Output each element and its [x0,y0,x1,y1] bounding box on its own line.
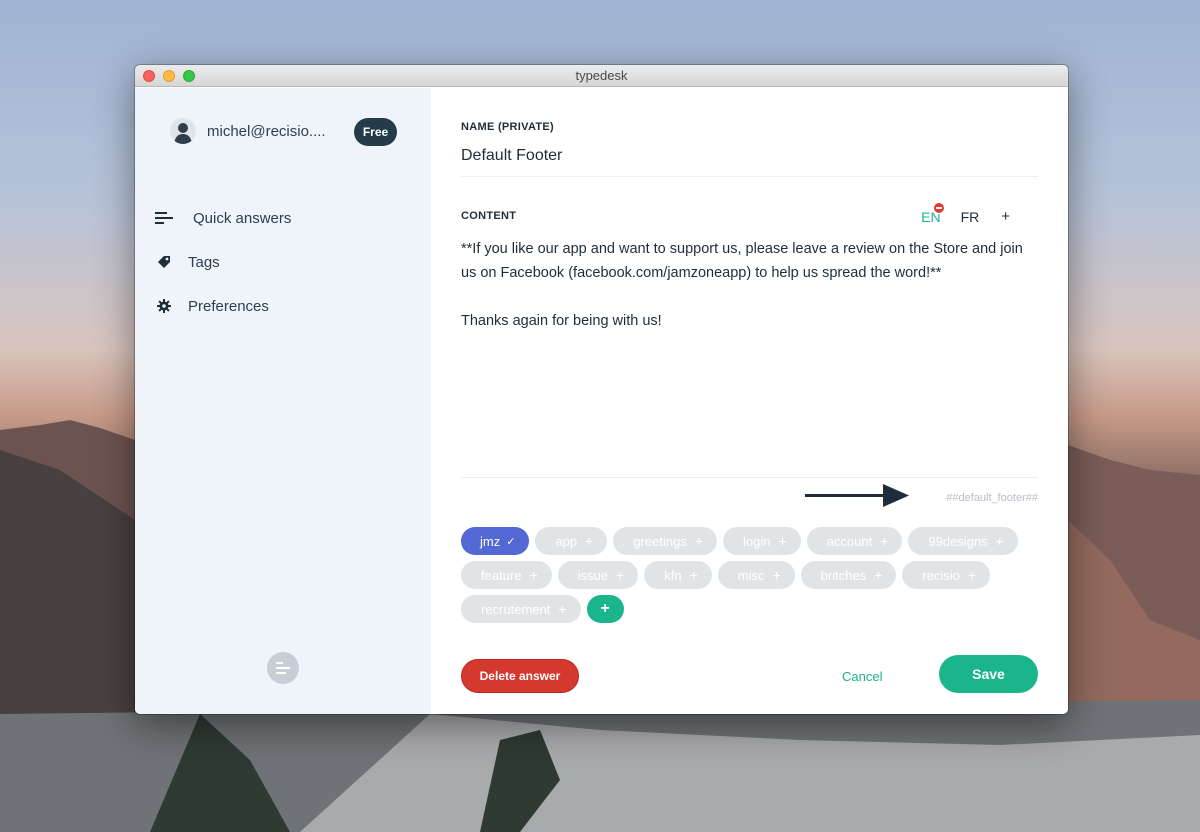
tag-item[interactable]: kfn + [644,561,712,589]
zoom-window-button[interactable] [183,70,195,82]
tag-item[interactable]: login + [723,527,801,555]
title-bar: typedesk [135,65,1068,87]
plus-icon: + [585,533,594,549]
sidebar-item-label: Quick answers [193,209,292,227]
content-line: Thanks again for being with us! [461,313,662,329]
content-label: CONTENT [461,210,517,222]
account-info[interactable]: michel@recisio.... [170,118,326,144]
tag-item[interactable]: feature + [461,561,552,589]
plus-icon: + [995,533,1004,549]
tag-item[interactable]: issue + [557,561,639,589]
sidebar-item-tags[interactable]: Tags [155,240,291,284]
tag-item[interactable]: greetings + [613,527,717,555]
tag-item[interactable]: 99designs + [908,527,1018,555]
plus-icon: + [967,567,977,583]
editor-panel: NAME (PRIVATE) Default Footer CONTENT EN… [431,88,1068,714]
cancel-button[interactable]: Cancel [842,669,882,684]
app-window: typedesk michel@recisio.... Free Quick a… [135,65,1068,714]
add-tag-button[interactable]: + [586,595,624,623]
language-tab-en[interactable]: EN [921,201,946,225]
name-label: NAME (PRIVATE) [461,121,555,133]
content-textarea[interactable]: **If you like our app and want to suppor… [461,237,1041,333]
delete-answer-button[interactable]: Delete answer [461,659,579,693]
save-button[interactable]: Save [939,655,1038,693]
sidebar-item-quick-answers[interactable]: Quick answers [155,196,291,240]
tag-item[interactable]: account + [806,527,903,555]
name-divider [461,176,1038,177]
remove-language-icon[interactable] [933,201,946,214]
user-silhouette-icon [174,123,192,144]
tag-selected[interactable]: jmz ✓ [461,527,530,555]
gear-icon [155,298,173,314]
language-tabs: EN FR + [901,201,1010,225]
check-icon: ✓ [506,535,516,548]
typedesk-logo-icon [267,652,299,684]
plus-icon: + [694,533,703,549]
plus-icon: + [529,567,538,583]
tag-icon [155,254,173,270]
sidebar-item-label: Preferences [188,297,269,315]
sidebar-item-preferences[interactable]: Preferences [155,284,291,328]
tag-item[interactable]: recrutement + [461,595,581,623]
plus-icon: + [874,567,883,583]
content-line: **If you like our app and want to suppor… [461,241,1023,281]
sidebar-item-label: Tags [188,253,220,271]
close-window-button[interactable] [143,70,155,82]
add-language-button[interactable]: + [1001,208,1010,225]
account-email: michel@recisio.... [207,122,326,140]
window-title: typedesk [575,68,628,83]
arrow-right-icon [805,484,909,507]
tag-list: jmz ✓ app + greetings + login + account + 99d… [461,527,1041,623]
sidebar-nav: Quick answers Tags Preferences [155,196,291,328]
minimize-window-button[interactable] [163,70,175,82]
plus-icon: + [558,601,567,617]
tag-item[interactable]: misc + [717,561,795,589]
window-controls [143,70,195,82]
tag-item[interactable]: app + [535,527,608,555]
tag-item[interactable]: britches + [800,561,897,589]
language-tab-fr[interactable]: FR [961,209,980,225]
plus-icon: + [880,533,889,549]
shortcut-code: ##default_footer## [946,492,1038,504]
plus-icon: + [616,567,625,583]
plan-badge[interactable]: Free [354,118,397,146]
plus-icon: + [772,567,781,583]
content-divider [461,477,1038,478]
sidebar: michel@recisio.... Free Quick answers Ta… [135,88,431,714]
lines-icon [155,210,173,226]
tag-item[interactable]: recisio + [902,561,991,589]
plus-icon: + [689,567,698,583]
plus-icon: + [778,533,787,549]
avatar [170,118,196,144]
name-input[interactable]: Default Footer [461,147,562,165]
